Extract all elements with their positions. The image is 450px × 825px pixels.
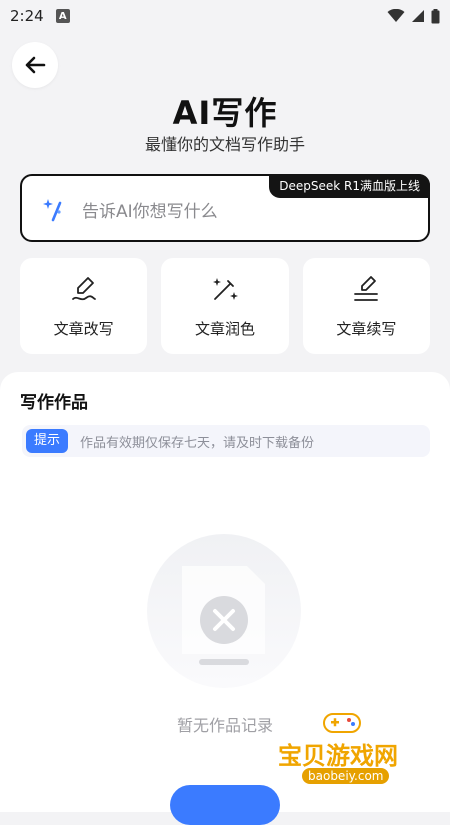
works-title: 写作作品 bbox=[20, 393, 88, 413]
status-bar: 2:24 A bbox=[0, 0, 450, 32]
rewrite-article-button[interactable]: 文章改写 bbox=[20, 258, 148, 354]
status-left: 2:24 A bbox=[10, 7, 70, 25]
tip-bar: 提示 作品有效期仅保存七天，请及时下载备份 bbox=[22, 425, 430, 457]
tip-badge: 提示 bbox=[26, 429, 69, 453]
status-time: 2:24 bbox=[10, 7, 44, 25]
model-badge: DeepSeek R1满血版上线 bbox=[269, 174, 430, 198]
empty-document-icon bbox=[182, 566, 265, 665]
status-right bbox=[387, 8, 440, 24]
pen-curve-icon bbox=[71, 276, 96, 300]
polish-article-label: 文章润色 bbox=[194, 319, 255, 338]
watermark-text: 宝贝游戏网 bbox=[278, 742, 398, 770]
watermark-logo: 宝贝游戏网 baobeiy.com bbox=[272, 708, 422, 796]
pen-lines-icon bbox=[354, 275, 379, 301]
page-title: AI写作 bbox=[172, 94, 278, 132]
action-cards: 文章改写 文章润色 文章续写 bbox=[20, 258, 430, 354]
battery-icon bbox=[431, 8, 440, 23]
rewrite-article-label: 文章改写 bbox=[53, 319, 114, 338]
back-button[interactable] bbox=[12, 42, 58, 88]
create-button[interactable] bbox=[170, 785, 280, 825]
continue-article-label: 文章续写 bbox=[336, 319, 397, 338]
notification-app-icon: A bbox=[55, 9, 70, 23]
tip-text: 作品有效期仅保存七天，请及时下载备份 bbox=[80, 435, 315, 451]
sparkle-icon bbox=[43, 199, 62, 222]
empty-state-illustration bbox=[147, 534, 301, 688]
wifi-icon bbox=[387, 9, 405, 22]
page-subtitle: 最懂你的文档写作助手 bbox=[144, 135, 305, 154]
magic-wand-icon bbox=[212, 277, 238, 300]
polish-article-button[interactable]: 文章润色 bbox=[161, 258, 289, 354]
continue-article-button[interactable]: 文章续写 bbox=[302, 258, 430, 354]
prompt-placeholder: 告诉AI你想写什么 bbox=[82, 202, 218, 222]
prompt-input[interactable]: DeepSeek R1满血版上线 告诉AI你想写什么 bbox=[20, 174, 430, 242]
arrow-left-icon bbox=[25, 56, 46, 74]
gamepad-icon bbox=[323, 713, 361, 733]
watermark-url: baobeiy.com bbox=[302, 768, 390, 784]
signal-icon bbox=[412, 10, 424, 22]
